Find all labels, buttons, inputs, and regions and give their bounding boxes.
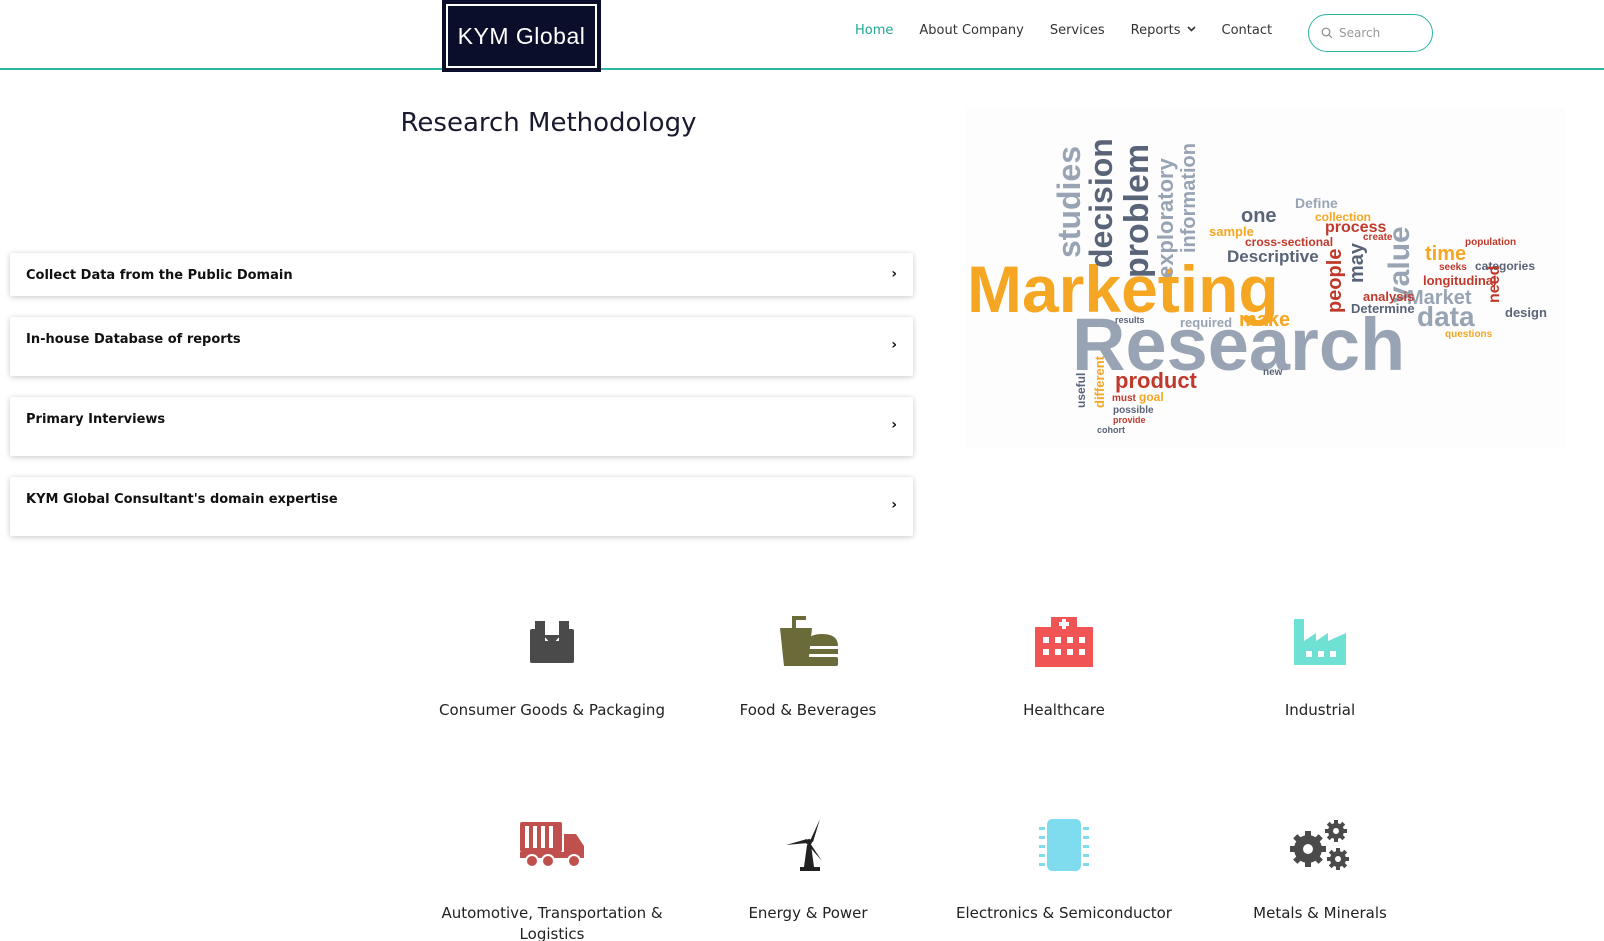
logo[interactable]: KYM Global <box>442 0 601 72</box>
cloud-word: categories <box>1475 259 1536 273</box>
site-header: KYM Global Home About Company Services R… <box>0 0 1604 72</box>
industry-label: Industrial <box>1284 701 1356 719</box>
truck-icon <box>517 815 587 875</box>
chevron-down-icon <box>1186 24 1196 35</box>
cloud-word: exploratory <box>1153 158 1178 278</box>
industry-label: Food & Beverages <box>739 701 877 719</box>
search-input[interactable] <box>1339 26 1419 40</box>
search-box[interactable] <box>1308 14 1433 52</box>
page-title: Research Methodology <box>400 108 697 138</box>
nav-contact[interactable]: Contact <box>1222 23 1273 38</box>
industry-label: Energy & Power <box>748 904 868 922</box>
factory-icon <box>1285 612 1355 672</box>
chevron-right-icon: › <box>891 266 897 282</box>
logo-text: KYM Global <box>457 22 586 49</box>
cloud-word: need <box>1486 265 1503 303</box>
cloud-word: provide <box>1113 415 1146 425</box>
nav-services[interactable]: Services <box>1050 23 1105 38</box>
industry-label: Consumer Goods & Packaging <box>439 701 665 719</box>
hospital-icon <box>1029 612 1099 672</box>
accordion-item-label: Primary Interviews <box>26 412 166 427</box>
food-drink-icon <box>773 612 843 672</box>
cloud-word: may <box>1346 242 1368 283</box>
industry-label: Automotive, Transportation & Logistics <box>441 904 663 941</box>
nav-reports[interactable]: Reports <box>1131 23 1196 38</box>
nav-home[interactable]: Home <box>855 23 893 38</box>
cloud-word: problem <box>1118 143 1156 278</box>
industry-electronics[interactable]: Electronics & Semiconductor <box>944 815 1184 924</box>
wind-turbine-icon <box>773 815 843 875</box>
cloud-word: seeks <box>1439 262 1467 273</box>
cloud-word: design <box>1505 305 1547 320</box>
cloud-word: must <box>1112 393 1136 404</box>
industry-energy-power[interactable]: Energy & Power <box>688 815 928 924</box>
cloud-word: useful <box>1074 372 1088 408</box>
cloud-word: different <box>1092 356 1107 408</box>
cloud-word: product <box>1115 368 1197 393</box>
cloud-word: cohort <box>1097 425 1125 435</box>
nav-about-company[interactable]: About Company <box>919 23 1023 38</box>
industry-label: Healthcare <box>1023 701 1105 719</box>
cloud-word: new <box>1263 367 1283 378</box>
cloud-word: goal <box>1139 390 1164 404</box>
cloud-word: Define <box>1295 195 1338 211</box>
cloud-word: decision <box>1083 138 1119 268</box>
industry-food-beverages[interactable]: Food & Beverages <box>688 612 928 721</box>
industry-automotive[interactable]: Automotive, Transportation & Logistics <box>432 815 672 941</box>
gears-icon <box>1285 815 1355 875</box>
industry-consumer-goods[interactable]: Consumer Goods & Packaging <box>432 612 672 721</box>
cloud-word: results <box>1115 315 1145 325</box>
cloud-word: collection <box>1315 210 1372 224</box>
nav-reports-label: Reports <box>1130 23 1181 38</box>
cloud-word: studies <box>1051 145 1087 258</box>
marketing-research-word-cloud-image: Marketing Research studies decision prob… <box>965 108 1565 448</box>
main-nav: Home About Company Services Reports Cont… <box>855 23 1298 38</box>
industry-label: Metals & Minerals <box>1253 904 1387 922</box>
chevron-right-icon: › <box>891 337 897 353</box>
accordion-item-label: In-house Database of reports <box>26 332 241 347</box>
search-icon <box>1321 24 1333 43</box>
cloud-word: one <box>1241 205 1277 227</box>
accordion-item-inhouse-database[interactable]: In-house Database of reports › <box>10 317 913 376</box>
cloud-word: information <box>1178 143 1200 253</box>
cloud-word: required <box>1180 315 1233 330</box>
cloud-word: time <box>1425 243 1467 265</box>
cloud-word: Descriptive <box>1227 247 1319 266</box>
chevron-right-icon: › <box>891 417 897 433</box>
box-icon <box>517 612 587 672</box>
cloud-word: people <box>1324 248 1346 313</box>
accordion-item-consultant-expertise[interactable]: KYM Global Consultant's domain expertise… <box>10 477 913 536</box>
accordion-item-primary-interviews[interactable]: Primary Interviews › <box>10 397 913 456</box>
cloud-word: population <box>1465 237 1517 248</box>
cloud-word: create <box>1363 232 1393 243</box>
industry-label: Electronics & Semiconductor <box>956 904 1172 922</box>
microchip-icon <box>1029 815 1099 875</box>
accordion-item-label: Collect Data from the Public Domain <box>26 268 293 283</box>
industry-metals-minerals[interactable]: Metals & Minerals <box>1200 815 1440 924</box>
industry-healthcare[interactable]: Healthcare <box>944 612 1184 721</box>
industry-industrial[interactable]: Industrial <box>1200 612 1440 721</box>
accordion-item-label: KYM Global Consultant's domain expertise <box>26 492 338 507</box>
cloud-word: make <box>1239 309 1291 331</box>
cloud-word: data <box>1417 301 1475 332</box>
cloud-word: questions <box>1445 329 1493 340</box>
chevron-right-icon: › <box>891 497 897 513</box>
cloud-word: Determine <box>1351 301 1415 316</box>
accordion-item-public-domain[interactable]: Collect Data from the Public Domain › <box>10 253 913 296</box>
